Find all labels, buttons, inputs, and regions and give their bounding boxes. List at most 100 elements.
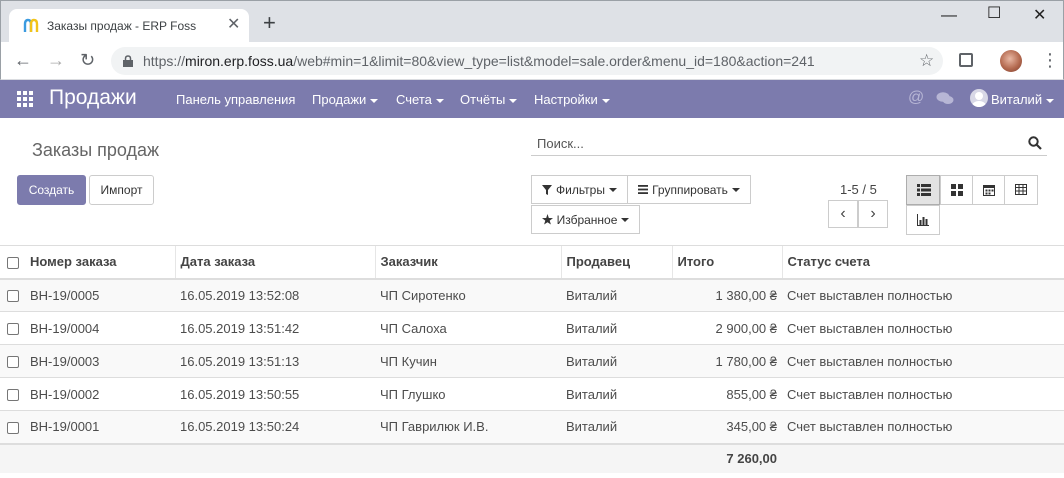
footer-empty-cell: [375, 442, 561, 473]
pager-next-button[interactable]: ›: [858, 200, 888, 228]
user-avatar[interactable]: [970, 89, 988, 107]
caret-down-icon: [509, 98, 518, 103]
row-select-cell: [0, 278, 25, 312]
import-button[interactable]: Импорт: [89, 175, 154, 205]
app-brand[interactable]: Продажи: [49, 86, 137, 110]
row-checkbox[interactable]: [7, 389, 19, 402]
cell-order-date: 16.05.2019 13:51:13: [175, 344, 375, 378]
cell-order-number: ВН-19/0002: [25, 377, 175, 411]
pager-value[interactable]: 1-5 / 5: [840, 182, 877, 197]
table-row[interactable]: ВН-19/0002 16.05.2019 13:50:55 ЧП Глушко…: [0, 377, 1064, 411]
column-header-total[interactable]: Итого: [671, 245, 782, 280]
minimize-icon[interactable]: —: [941, 7, 957, 25]
kanban-view-button[interactable]: [940, 175, 974, 205]
calendar-view-button[interactable]: [972, 175, 1006, 205]
nav-item-settings[interactable]: Настройки: [534, 92, 610, 107]
nav-item-reports[interactable]: Отчёты: [460, 92, 518, 107]
user-menu[interactable]: Виталий: [991, 92, 1055, 107]
row-checkbox[interactable]: [7, 356, 19, 369]
cell-order-number: ВН-19/0001: [25, 410, 175, 444]
sale-orders-table: Номер заказа Дата заказа Заказчик Продав…: [0, 245, 1064, 473]
filters-button[interactable]: Фильтры: [531, 175, 628, 204]
column-header-number[interactable]: Номер заказа: [25, 245, 175, 280]
row-select-cell: [0, 377, 25, 411]
reload-icon[interactable]: ↻: [80, 50, 95, 70]
footer-empty-cell: [175, 442, 375, 473]
browser-tab[interactable]: Заказы продаж - ERP Foss ✕: [9, 9, 249, 43]
table-row[interactable]: ВН-19/0003 16.05.2019 13:51:13 ЧП Кучин …: [0, 344, 1064, 378]
list-view-icon: [917, 184, 931, 196]
column-header-invoice-status[interactable]: Статус счета: [781, 245, 1064, 280]
bar-chart-icon: [917, 214, 929, 226]
nav-item-label: Продажи: [312, 92, 367, 107]
footer-empty-cell: [0, 442, 25, 473]
row-checkbox[interactable]: [7, 323, 19, 336]
column-header-customer[interactable]: Заказчик: [374, 245, 561, 280]
row-select-cell: [0, 311, 25, 345]
list-view-button[interactable]: [906, 175, 940, 205]
browser-tabbar: Заказы продаж - ERP Foss ✕ + — ☐ ✕: [0, 0, 1064, 43]
row-checkbox[interactable]: [7, 290, 19, 303]
cell-total: 1 780,00 ₴: [672, 344, 782, 378]
groupby-button[interactable]: Группировать: [627, 175, 751, 204]
search-box: [531, 131, 1047, 156]
footer-empty-cell: [782, 442, 1064, 473]
cell-invoice-status: Счет выставлен полностью: [782, 377, 1064, 411]
browser-menu-icon[interactable]: ⋮: [1041, 50, 1059, 70]
nav-item-label: Панель управления: [176, 92, 296, 107]
cell-salesperson: Виталий: [561, 377, 672, 411]
user-silhouette-icon: [972, 92, 986, 107]
graph-view-button[interactable]: [906, 205, 940, 235]
chat-bubbles-icon[interactable]: [936, 91, 954, 105]
caret-down-icon: [370, 98, 379, 103]
table-header-row: Номер заказа Дата заказа Заказчик Продав…: [0, 245, 1064, 280]
nav-item-label: Счета: [396, 92, 432, 107]
apps-menu-icon[interactable]: [17, 91, 33, 107]
select-all-checkbox[interactable]: [7, 256, 19, 269]
pager-previous-button[interactable]: ‹: [828, 200, 858, 228]
cell-invoice-status: Счет выставлен полностью: [782, 311, 1064, 345]
nav-item-invoices[interactable]: Счета: [396, 92, 444, 107]
cell-customer: ЧП Глушко: [375, 377, 561, 411]
nav-item-dashboard[interactable]: Панель управления: [176, 92, 295, 107]
forward-icon[interactable]: →: [47, 50, 65, 70]
url-scheme: https://: [143, 53, 186, 69]
column-header-salesperson[interactable]: Продавец: [560, 245, 672, 280]
nav-item-sales[interactable]: Продажи: [312, 92, 379, 107]
select-all-cell: [0, 245, 25, 280]
row-checkbox[interactable]: [7, 421, 19, 434]
maximize-icon[interactable]: ☐: [987, 5, 1001, 23]
table-row[interactable]: ВН-19/0001 16.05.2019 13:50:24 ЧП Гаврил…: [0, 410, 1064, 444]
groupby-label: Группировать: [652, 182, 728, 197]
address-bar[interactable]: https://miron.erp.foss.ua/web#min=1&limi…: [111, 47, 943, 75]
url-path: /web#min=1&limit=80&view_type=list&model…: [293, 53, 815, 69]
pivot-view-button[interactable]: [1004, 175, 1038, 205]
window-close-icon[interactable]: ✕: [1033, 7, 1046, 25]
profile-avatar[interactable]: [1000, 50, 1022, 72]
search-input[interactable]: [531, 131, 1021, 155]
footer-total: 7 260,00: [672, 442, 782, 473]
cell-total: 2 900,00 ₴: [672, 311, 782, 345]
column-header-date[interactable]: Дата заказа: [174, 245, 375, 280]
nav-item-label: Настройки: [534, 92, 598, 107]
back-icon[interactable]: ←: [14, 50, 32, 70]
favorites-button[interactable]: Избранное: [531, 205, 640, 234]
cell-salesperson: Виталий: [561, 410, 672, 444]
cell-salesperson: Виталий: [561, 344, 672, 378]
tab-close-icon[interactable]: ✕: [227, 16, 240, 34]
filter-icon: [542, 184, 553, 195]
page-title: Заказы продаж: [32, 140, 160, 160]
create-button[interactable]: Создать: [17, 175, 86, 205]
extension-icon[interactable]: [959, 53, 973, 67]
favorites-label: Избранное: [556, 212, 618, 227]
bookmark-star-icon[interactable]: ☆: [919, 51, 934, 71]
activity-at-icon[interactable]: @: [908, 89, 924, 107]
new-tab-icon[interactable]: +: [263, 12, 276, 34]
footer-empty-cell: [561, 442, 672, 473]
cell-total: 1 380,00 ₴: [672, 278, 782, 312]
search-icon[interactable]: [1028, 136, 1042, 150]
calendar-view-icon: [983, 185, 995, 196]
table-row[interactable]: ВН-19/0004 16.05.2019 13:51:42 ЧП Салоха…: [0, 311, 1064, 345]
cell-salesperson: Виталий: [561, 311, 672, 345]
table-row[interactable]: ВН-19/0005 16.05.2019 13:52:08 ЧП Сироте…: [0, 278, 1064, 312]
